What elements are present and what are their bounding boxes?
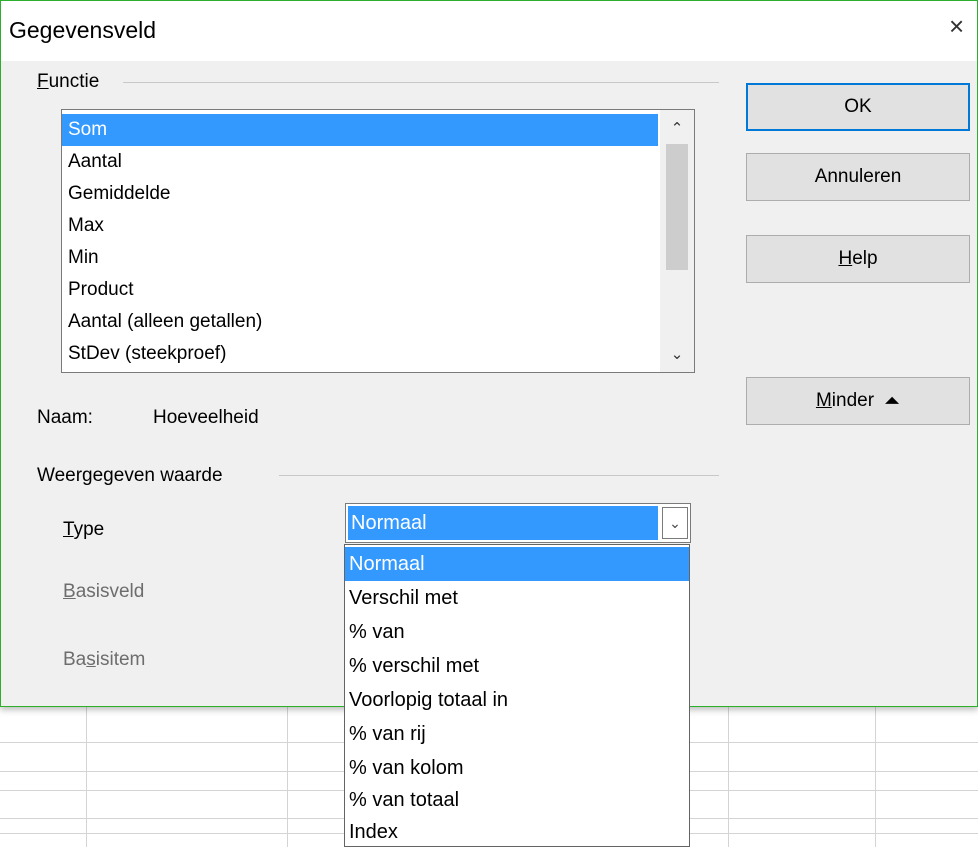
help-label-rest: elp (852, 248, 878, 269)
minder-button[interactable]: Minder ⏶ (746, 377, 970, 425)
displayed-value-group-line (279, 475, 719, 476)
minder-label-m: M (815, 390, 832, 411)
name-value: Hoeveelheid (153, 407, 259, 428)
type-option[interactable]: Voorlopig totaal in (345, 683, 689, 717)
function-item[interactable]: Gemiddelde (62, 178, 658, 210)
help-button[interactable]: Help (746, 235, 970, 283)
function-item[interactable]: Aantal (62, 146, 658, 178)
scrollbar-thumb[interactable] (666, 144, 688, 270)
cancel-button[interactable]: Annuleren (746, 153, 970, 201)
functie-group-line (123, 82, 719, 83)
function-item[interactable]: Product (62, 274, 658, 306)
function-item[interactable]: Min (62, 242, 658, 274)
base-item-label: Basisitem (63, 649, 146, 670)
type-option[interactable]: Normaal (345, 547, 689, 581)
type-option[interactable]: Index (345, 815, 689, 846)
functie-group-label: Functie (37, 71, 100, 92)
scroll-down-icon[interactable]: ⌄ (660, 340, 694, 370)
function-item[interactable]: StDev (steekproef) (62, 338, 658, 370)
grid-line (86, 700, 87, 847)
type-option[interactable]: % van rij (345, 717, 689, 751)
chevron-down-icon[interactable]: ⌄ (662, 507, 688, 539)
ok-button[interactable]: OK (746, 83, 970, 131)
function-item[interactable]: Som (62, 114, 658, 146)
type-option[interactable]: % van totaal (345, 783, 689, 817)
dialog-title: Gegevensveld (9, 17, 157, 43)
close-icon[interactable]: × (949, 11, 964, 42)
function-listbox[interactable]: Som Aantal Gemiddelde Max Min Product Aa… (61, 109, 695, 373)
function-item[interactable]: Max (62, 210, 658, 242)
type-option[interactable]: % van (345, 615, 689, 649)
type-option[interactable]: % verschil met (345, 649, 689, 683)
type-option[interactable]: Verschil met (345, 581, 689, 615)
grid-line (875, 700, 876, 847)
type-label: Type (63, 519, 105, 540)
double-chevron-up-icon: ⏶ (884, 389, 901, 412)
function-item[interactable]: Aantal (alleen getallen) (62, 306, 658, 338)
type-option[interactable]: % van kolom (345, 751, 689, 785)
grid-line (287, 700, 288, 847)
minder-label-rest: inder (831, 390, 875, 411)
title-bar: Gegevensveld × (1, 1, 977, 61)
type-dropdown-list[interactable]: Normaal Verschil met % van % verschil me… (344, 544, 690, 847)
type-combobox-value[interactable]: Normaal (348, 506, 658, 540)
type-combobox[interactable]: Normaal ⌄ (345, 503, 691, 543)
displayed-value-group-label: Weergegeven waarde (37, 465, 223, 486)
functie-label-rest: unctie (48, 71, 100, 92)
function-scrollbar[interactable]: ⌃ ⌄ (660, 110, 694, 372)
help-label-h: H (838, 248, 853, 269)
grid-line (728, 700, 729, 847)
scroll-up-icon[interactable]: ⌃ (660, 114, 694, 144)
name-label: Naam: (37, 407, 93, 428)
base-field-label: Basisveld (63, 581, 145, 602)
